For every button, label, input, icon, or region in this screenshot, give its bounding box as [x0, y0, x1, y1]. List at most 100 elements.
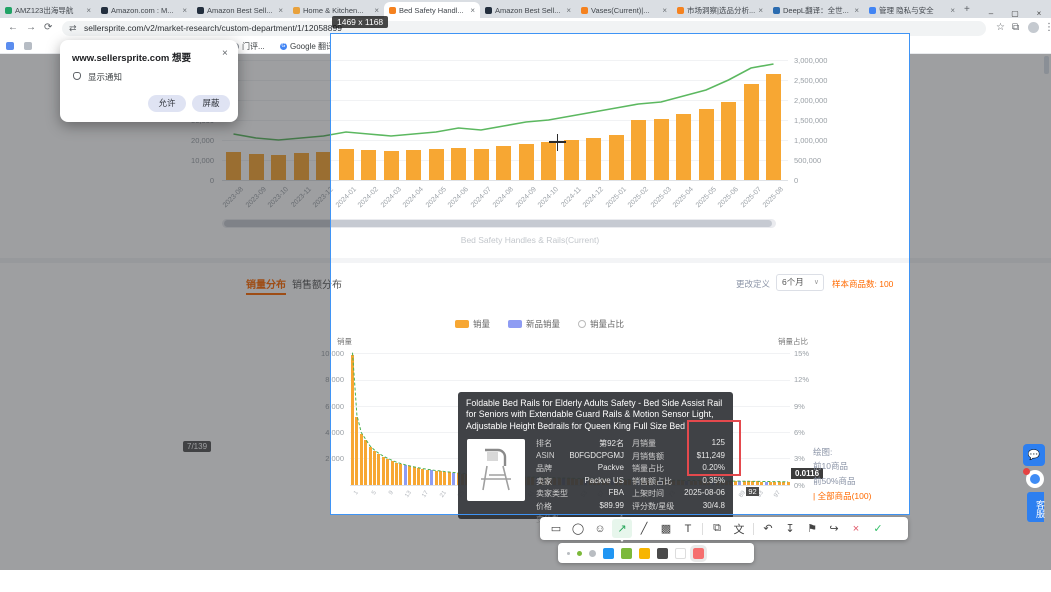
- crosshair-v: [557, 134, 559, 151]
- forward-icon[interactable]: →: [26, 22, 36, 33]
- doc-bookmark-icon[interactable]: [24, 42, 32, 50]
- y-right-tick: 500,000: [794, 156, 821, 165]
- tab-label: Home & Kitchen...: [303, 6, 371, 15]
- tab-close-icon[interactable]: ×: [182, 6, 187, 15]
- avatar[interactable]: [1028, 22, 1039, 33]
- browser-tab-1[interactable]: Amazon.com : M...×: [96, 2, 192, 18]
- tooltip-value: Packve US: [566, 476, 624, 485]
- new-tab-button[interactable]: +: [964, 4, 970, 15]
- rank-tick: 97: [769, 490, 782, 505]
- browser-tab-5[interactable]: Amazon Best Sell...×: [480, 2, 576, 18]
- tooltip-value: 2025-08-06: [670, 488, 725, 497]
- tab-close-icon[interactable]: ×: [566, 6, 571, 15]
- color-swatch-ffffff[interactable]: [675, 548, 686, 559]
- close-button[interactable]: ×: [1027, 9, 1051, 18]
- snip-emoji-tool[interactable]: ☺: [590, 519, 610, 538]
- tooltip-key: 销量占比: [632, 463, 664, 474]
- tooltip-key: 上架时间: [632, 488, 664, 499]
- snip-share-tool[interactable]: ↪: [824, 519, 844, 538]
- plot-filter-label: 绘图:: [813, 446, 832, 458]
- browser-tab-6[interactable]: Vases(Current)|...×: [576, 2, 672, 18]
- tab-close-icon[interactable]: ×: [278, 6, 283, 15]
- snip-cancel-tool[interactable]: ×: [846, 519, 866, 538]
- browser-tab-8[interactable]: DeepL翻译：全世...×: [768, 2, 864, 18]
- tab-search-icon[interactable]: ⧉: [1012, 22, 1019, 33]
- tooltip-key: 卖家类型: [536, 488, 568, 499]
- browser-tab-9[interactable]: 管理 隐私与安全×: [864, 2, 960, 18]
- tab-close-icon[interactable]: ×: [758, 6, 763, 15]
- tool-caret: [619, 538, 625, 542]
- popup-message: 显示通知: [88, 71, 122, 83]
- snip-save-tool[interactable]: ↧: [780, 519, 800, 538]
- kebab-menu-icon[interactable]: ⋮: [1044, 22, 1051, 33]
- browser-tab-7[interactable]: 市场洞察|选品分析...×: [672, 2, 768, 18]
- snip-color-palette: [558, 543, 754, 563]
- color-swatch-4a4a4a[interactable]: [657, 548, 668, 559]
- color-swatch-f7b500[interactable]: [639, 548, 650, 559]
- snip-arrow-tool[interactable]: ↗: [612, 519, 632, 538]
- snip-mosaic-tool[interactable]: ▩: [656, 519, 676, 538]
- tab-close-icon[interactable]: ×: [470, 6, 475, 15]
- color-swatch-7cb93a[interactable]: [621, 548, 632, 559]
- tooltip-key: 月销售额: [632, 451, 664, 462]
- period-select[interactable]: 6个月 ∨: [776, 274, 824, 291]
- tab-close-icon[interactable]: ×: [374, 6, 379, 15]
- browser-tab-0[interactable]: AMZ123出海导航×: [0, 2, 96, 18]
- legend-新品销量[interactable]: 新品销量: [508, 318, 560, 330]
- apps-icon[interactable]: [6, 42, 14, 50]
- y-right-tick: 2,500,000: [794, 76, 827, 85]
- legend-销量占比[interactable]: 销量占比: [578, 318, 624, 330]
- plot-filter-all[interactable]: | 全部商品(100): [813, 490, 871, 502]
- maximize-button[interactable]: ▢: [1003, 9, 1027, 18]
- stroke-size-5[interactable]: [577, 551, 582, 556]
- tooltip-value: Packve: [566, 463, 624, 472]
- tab-close-icon[interactable]: ×: [854, 6, 859, 15]
- snip-text-tool[interactable]: T: [678, 519, 698, 538]
- back-icon[interactable]: ←: [8, 22, 18, 33]
- snip-undo-tool[interactable]: ↶: [758, 519, 778, 538]
- dim-left: [0, 54, 330, 570]
- legend-销量[interactable]: 销量: [455, 318, 490, 330]
- block-button[interactable]: 屏蔽: [192, 95, 230, 112]
- snip-rect-tool[interactable]: ▭: [546, 519, 566, 538]
- bookmark-item-1[interactable]: GGoogle 翻译: [280, 41, 334, 52]
- change-definition-link[interactable]: 更改定义: [736, 278, 770, 290]
- legend-label: 销量占比: [590, 318, 624, 330]
- reload-icon[interactable]: ⟳: [44, 22, 52, 33]
- tune-icon[interactable]: ⇄: [69, 21, 77, 36]
- browser-scrollbar-thumb[interactable]: [1044, 56, 1049, 74]
- snip-confirm-tool[interactable]: ✓: [868, 519, 888, 538]
- snip-pen-tool[interactable]: ╱: [634, 519, 654, 538]
- tooltip-key: 价格: [536, 501, 552, 512]
- tab-close-icon[interactable]: ×: [86, 6, 91, 15]
- tab-label: Amazon Best Sell...: [495, 6, 563, 15]
- browser-tab-4[interactable]: Bed Safety Handl...×: [384, 2, 480, 18]
- tab-close-icon[interactable]: ×: [662, 6, 667, 15]
- snip-translate-tool[interactable]: 文: [729, 519, 749, 538]
- plot-filter-top50[interactable]: 前50%商品: [813, 475, 856, 487]
- bookmark-star-icon[interactable]: ☆: [996, 22, 1005, 33]
- tab-close-icon[interactable]: ×: [950, 6, 955, 15]
- chat-widget-button[interactable]: 💬: [1023, 444, 1045, 466]
- color-swatch-f56e6e[interactable]: [693, 548, 704, 559]
- color-swatch-2196f3[interactable]: [603, 548, 614, 559]
- tab-favicon: [677, 7, 684, 14]
- service-tab[interactable]: 客服: [1027, 492, 1044, 522]
- bell-icon: [73, 72, 81, 80]
- tooltip-key: 评分数/星级: [632, 501, 674, 512]
- allow-button[interactable]: 允许: [148, 95, 186, 112]
- tab-favicon: [773, 7, 780, 14]
- qq-widget-button[interactable]: [1026, 470, 1044, 488]
- popup-close-icon[interactable]: ×: [222, 48, 228, 59]
- stroke-size-7[interactable]: [589, 550, 596, 557]
- plot-filter-top10[interactable]: 前10商品: [813, 460, 848, 472]
- stroke-size-3[interactable]: [567, 552, 570, 555]
- tab-label: Bed Safety Handl...: [399, 6, 467, 15]
- rank-y-right-tick: 0%: [794, 481, 805, 490]
- minimize-button[interactable]: –: [979, 9, 1003, 18]
- snip-pin-tool[interactable]: ⚑: [802, 519, 822, 538]
- browser-tab-2[interactable]: Amazon Best Sell...×: [192, 2, 288, 18]
- snip-ellipse-tool[interactable]: ◯: [568, 519, 588, 538]
- tab-label: Amazon.com : M...: [111, 6, 179, 15]
- snip-sticker-tool[interactable]: ⧉: [707, 519, 727, 538]
